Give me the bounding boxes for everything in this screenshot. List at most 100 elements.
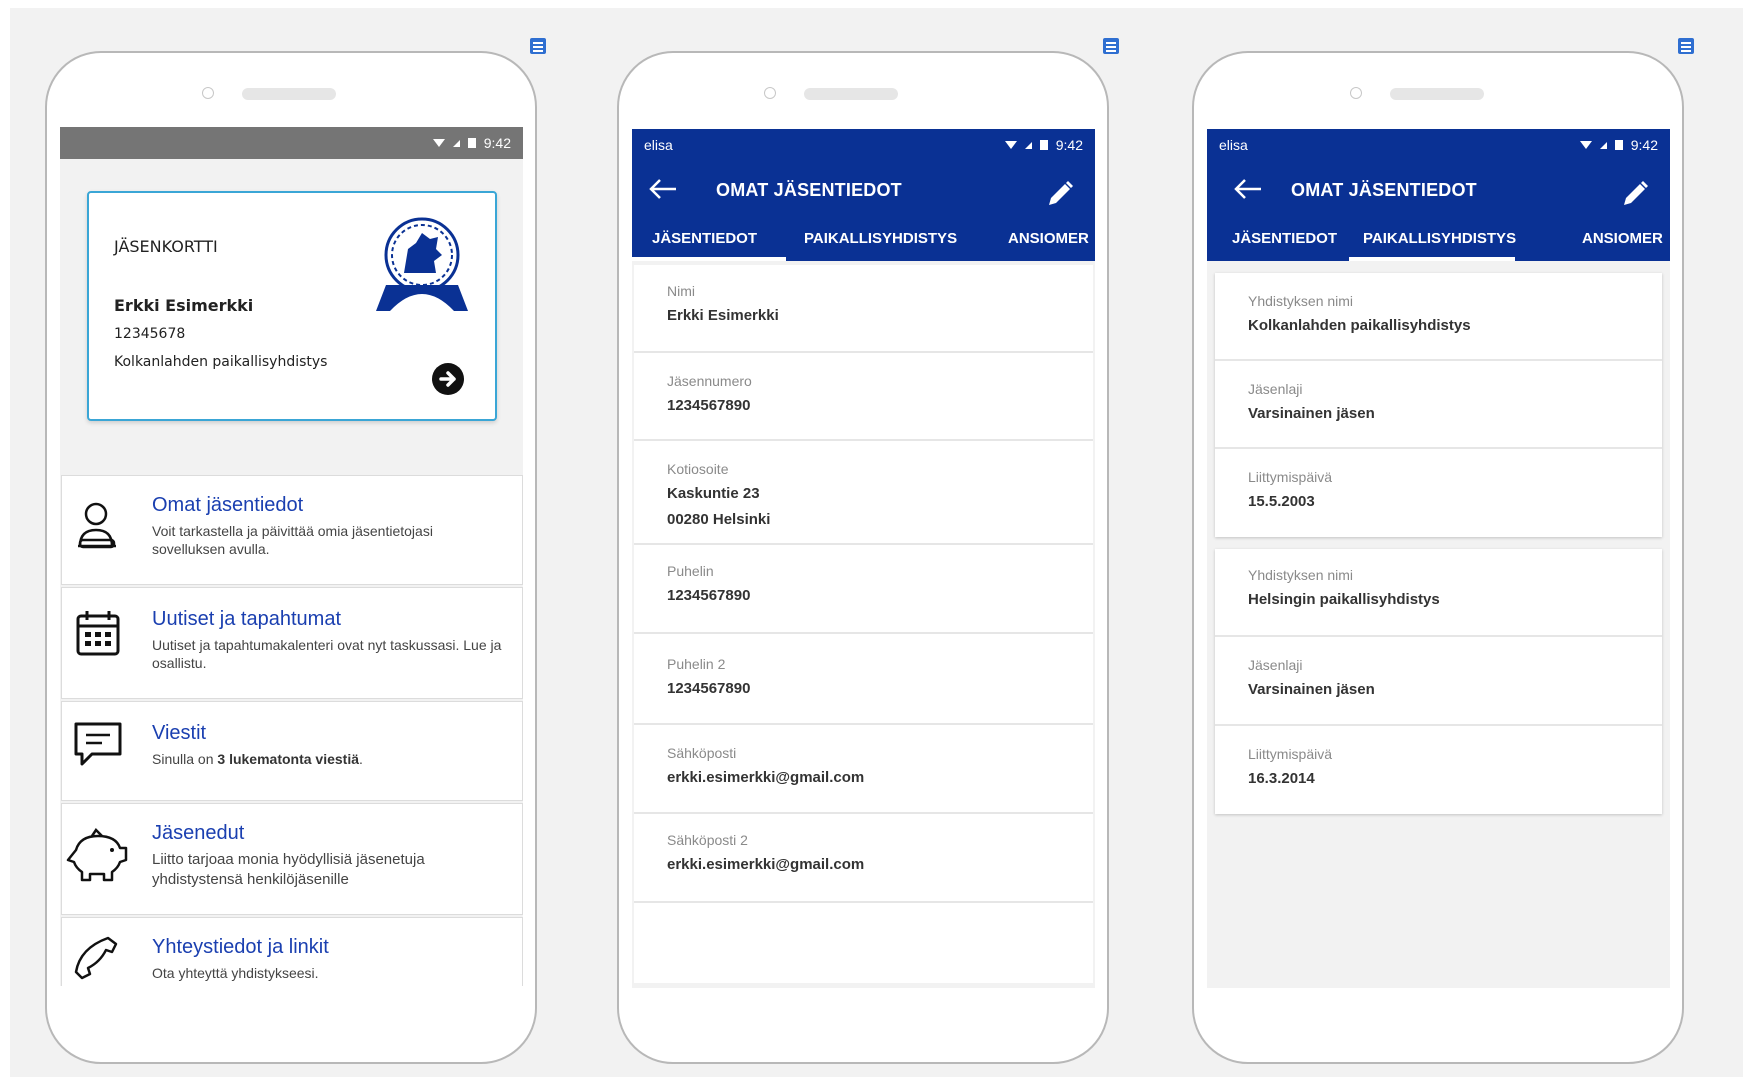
battery-icon xyxy=(1039,140,1048,150)
menu-item-title: Uutiset ja tapahtumat xyxy=(152,608,341,630)
field-value: Kaskuntie 23 xyxy=(667,485,760,502)
field-label: Liittymispäivä xyxy=(1248,746,1333,762)
association-card: Yhdistyksen nimi Kolkanlahden paikallisy… xyxy=(1215,273,1662,537)
card-area: JÄSENKORTTI Erkki Esimerkki 12345678 Kol… xyxy=(60,159,523,475)
menu-item-contacts[interactable]: Yhteystiedot ja linkit Ota yhteyttä yhdi… xyxy=(61,917,523,986)
back-arrow-icon[interactable] xyxy=(648,177,678,206)
tab-bar: JÄSENTIEDOT PAIKALLISYHDISTYS ANSIOMER xyxy=(1207,221,1670,261)
app-bar: OMAT JÄSENTIEDOT xyxy=(1207,161,1670,221)
field-label: Sähköposti 2 xyxy=(667,832,748,848)
tab-merits[interactable]: ANSIOMER xyxy=(1582,230,1663,247)
field-value: 1234567890 xyxy=(667,397,751,414)
field-value: 15.5.2003 xyxy=(1248,493,1315,510)
field-label: Sähköposti xyxy=(667,745,737,761)
field-row: Puhelin 2 1234567890 xyxy=(634,634,1093,725)
user-icon xyxy=(72,500,124,557)
field-row: Nimi Erkki Esimerkki xyxy=(634,265,1093,353)
unread-count: 3 lukematonta viestiä xyxy=(217,751,360,767)
field-row: Puhelin 1234567890 xyxy=(634,545,1093,634)
field-row: Sähköposti erkki.esimerkki@gmail.com xyxy=(634,725,1093,814)
status-bar: elisa 9:42 xyxy=(632,129,1095,161)
field-value-line2: 00280 Helsinki xyxy=(667,511,771,528)
lion-emblem-icon xyxy=(374,215,470,318)
field-value: 1234567890 xyxy=(667,587,751,604)
menu-item-messages[interactable]: Viestit Sinulla on 3 lukematonta viestiä… xyxy=(61,701,523,801)
camera-icon xyxy=(1350,87,1362,99)
tab-member-info[interactable]: JÄSENTIEDOT xyxy=(652,230,757,247)
menu-item-title: Omat jäsentiedot xyxy=(152,494,304,516)
tab-merits[interactable]: ANSIOMER xyxy=(1008,230,1089,247)
menu-item-benefits[interactable]: Jäsenedut Liitto tarjoaa monia hyödyllis… xyxy=(61,803,523,915)
menu-item-title: Jäsenedut xyxy=(152,822,245,844)
phone-frame-member-info: elisa 9:42 OMAT JÄSENTIEDOT JÄSENTIEDOT … xyxy=(617,51,1109,1064)
arrow-right-icon[interactable] xyxy=(432,363,464,395)
calendar-icon xyxy=(72,608,124,665)
member-organization: Kolkanlahden paikallisyhdistys xyxy=(114,354,328,370)
tab-local-association[interactable]: PAIKALLISYHDISTYS xyxy=(804,230,957,247)
field-label: Jäsenlaji xyxy=(1248,381,1303,397)
menu-item-profile[interactable]: Omat jäsentiedot Voit tarkastella ja päi… xyxy=(61,475,523,585)
edit-pencil-icon[interactable] xyxy=(1620,179,1650,214)
camera-icon xyxy=(764,87,776,99)
status-bar: 9:42 xyxy=(60,127,523,159)
field-row: Jäsenlaji Varsinainen jäsen xyxy=(1215,637,1662,726)
carrier-name: elisa xyxy=(644,137,673,153)
field-label: Jäsenlaji xyxy=(1248,657,1303,673)
empty-row xyxy=(634,903,1093,983)
phone-icon xyxy=(72,934,120,986)
field-row: Yhdistyksen nimi Kolkanlahden paikallisy… xyxy=(1215,273,1662,361)
desc-suffix: . xyxy=(359,751,363,767)
home-screen: 9:42 JÄSENKORTTI Erkki Esimerkki 1234567… xyxy=(60,127,523,986)
desc-prefix: Sinulla on xyxy=(152,751,218,767)
mockup-canvas: 9:42 JÄSENKORTTI Erkki Esimerkki 1234567… xyxy=(10,8,1743,1077)
message-icon xyxy=(72,720,124,777)
field-value: Varsinainen jäsen xyxy=(1248,405,1375,422)
field-label: Puhelin xyxy=(667,563,714,579)
note-icon xyxy=(1678,38,1694,54)
field-row: Jäsennumero 1234567890 xyxy=(634,353,1093,441)
page-title: OMAT JÄSENTIEDOT xyxy=(1291,180,1477,200)
status-time: 9:42 xyxy=(1055,137,1083,153)
field-row: Sähköposti 2 erkki.esimerkki@gmail.com xyxy=(634,814,1093,903)
field-label: Liittymispäivä xyxy=(1248,469,1333,485)
menu-item-title: Yhteystiedot ja linkit xyxy=(152,936,329,958)
app-bar: OMAT JÄSENTIEDOT xyxy=(632,161,1095,221)
wifi-icon xyxy=(1579,141,1592,149)
association-card: Yhdistyksen nimi Helsingin paikallisyhdi… xyxy=(1215,549,1662,814)
phone-frame-local-association: elisa 9:42 OMAT JÄSENTIEDOT JÄSENTIEDOT … xyxy=(1192,51,1684,1064)
signal-icon xyxy=(1599,141,1607,149)
field-row: Jäsenlaji Varsinainen jäsen xyxy=(1215,361,1662,449)
menu-item-news[interactable]: Uutiset ja tapahtumat Uutiset ja tapahtu… xyxy=(61,587,523,699)
menu-item-desc: Liitto tarjoaa monia hyödyllisiä jäsenet… xyxy=(152,851,425,888)
field-value: Helsingin paikallisyhdistys xyxy=(1248,591,1440,608)
menu-item-desc: Sinulla on 3 lukematonta viestiä. xyxy=(152,750,502,768)
edit-pencil-icon[interactable] xyxy=(1045,179,1075,214)
home-menu: Omat jäsentiedot Voit tarkastella ja päi… xyxy=(60,475,523,986)
field-value: erkki.esimerkki@gmail.com xyxy=(667,769,865,786)
field-label: Yhdistyksen nimi xyxy=(1248,567,1354,583)
field-value: Kolkanlahden paikallisyhdistys xyxy=(1248,317,1471,334)
tab-member-info[interactable]: JÄSENTIEDOT xyxy=(1232,230,1337,247)
member-fields-list: Nimi Erkki Esimerkki Jäsennumero 1234567… xyxy=(632,261,1095,988)
field-value: erkki.esimerkki@gmail.com xyxy=(667,856,865,873)
page-title: OMAT JÄSENTIEDOT xyxy=(716,180,902,200)
tab-bar: JÄSENTIEDOT PAIKALLISYHDISTYS ANSIOMER xyxy=(632,221,1095,261)
association-list: Yhdistyksen nimi Kolkanlahden paikallisy… xyxy=(1207,261,1670,988)
speaker-grille xyxy=(804,88,898,100)
field-value: 1234567890 xyxy=(667,680,751,697)
field-value: Varsinainen jäsen xyxy=(1248,681,1375,698)
note-icon xyxy=(1103,38,1119,54)
back-arrow-icon[interactable] xyxy=(1233,177,1263,206)
member-name: Erkki Esimerkki xyxy=(114,296,254,315)
tab-local-association[interactable]: PAIKALLISYHDISTYS xyxy=(1363,230,1516,247)
local-association-screen: elisa 9:42 OMAT JÄSENTIEDOT JÄSENTIEDOT … xyxy=(1207,129,1670,988)
field-row: Yhdistyksen nimi Helsingin paikallisyhdi… xyxy=(1215,549,1662,637)
membership-card[interactable]: JÄSENKORTTI Erkki Esimerkki 12345678 Kol… xyxy=(87,191,497,421)
battery-icon xyxy=(467,138,476,148)
menu-item-desc: Uutiset ja tapahtumakalenteri ovat nyt t… xyxy=(152,637,502,671)
field-label: Jäsennumero xyxy=(667,373,752,389)
member-number: 12345678 xyxy=(114,326,186,342)
note-icon xyxy=(530,38,546,54)
menu-item-desc: Voit tarkastella ja päivittää omia jäsen… xyxy=(152,523,433,557)
menu-item-title: Viestit xyxy=(152,722,207,744)
